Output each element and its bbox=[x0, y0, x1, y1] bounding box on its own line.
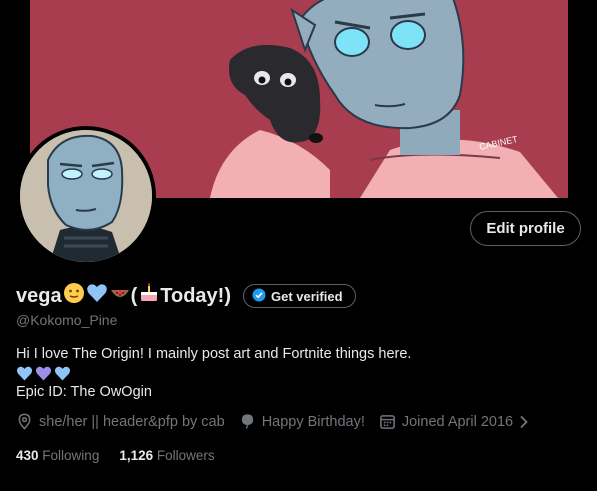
following-count: 430 bbox=[16, 448, 39, 463]
get-verified-button[interactable]: Get verified bbox=[243, 284, 356, 308]
followers-label: Followers bbox=[156, 448, 215, 463]
joined-text: Joined April 2016 bbox=[401, 413, 514, 430]
follow-stats: 430 Following 1,126 Followers bbox=[16, 448, 215, 463]
profile-handle: @Kokomo_Pine bbox=[16, 312, 118, 328]
bio-line: Epic ID: The OwOgin bbox=[16, 384, 152, 400]
following-label: Following bbox=[42, 448, 100, 463]
verified-badge-icon bbox=[252, 288, 266, 305]
location-text: she/her || header&pfp by cab bbox=[39, 413, 225, 430]
profile-bio: Hi I love The Origin! I mainly post art … bbox=[16, 345, 411, 402]
birthday-text: Happy Birthday! bbox=[261, 413, 365, 430]
balloon-icon bbox=[241, 414, 253, 429]
blue-heart-icon bbox=[54, 366, 71, 381]
display-name-text: vega bbox=[16, 284, 62, 307]
watermelon-icon bbox=[109, 282, 131, 310]
location-pin-icon bbox=[18, 413, 31, 430]
edit-profile-button[interactable]: Edit profile bbox=[470, 211, 581, 246]
profile-avatar[interactable] bbox=[16, 126, 156, 266]
profile-meta: she/her || header&pfp by cab Happy Birth… bbox=[16, 413, 529, 430]
following-link[interactable]: 430 Following bbox=[16, 448, 99, 463]
bio-hearts bbox=[16, 364, 411, 383]
bio-line: Hi I love The Origin! I mainly post art … bbox=[16, 346, 412, 362]
profile-location: she/her || header&pfp by cab bbox=[16, 413, 225, 430]
avatar-image bbox=[20, 130, 152, 262]
blue-heart-icon bbox=[86, 282, 108, 310]
get-verified-label: Get verified bbox=[271, 288, 343, 304]
purple-heart-icon bbox=[35, 366, 52, 381]
followers-count: 1,126 bbox=[119, 448, 154, 463]
blue-heart-icon bbox=[16, 366, 33, 381]
profile-name-row: vega ( Today!) Get verified bbox=[16, 283, 356, 309]
display-name: vega ( Today!) bbox=[16, 282, 231, 310]
display-name-birthday: Today!) bbox=[160, 284, 231, 307]
followers-link[interactable]: 1,126 Followers bbox=[119, 448, 214, 463]
birthday-cake-icon bbox=[138, 282, 160, 310]
avatar-illustration bbox=[20, 130, 152, 262]
profile-joined[interactable]: Joined April 2016 bbox=[379, 413, 529, 430]
profile-birthday: Happy Birthday! bbox=[239, 413, 365, 430]
slightly-smiling-face-icon bbox=[63, 282, 85, 310]
chevron-right-icon bbox=[520, 415, 528, 428]
display-name-paren: ( bbox=[130, 284, 138, 307]
calendar-icon bbox=[379, 415, 395, 429]
